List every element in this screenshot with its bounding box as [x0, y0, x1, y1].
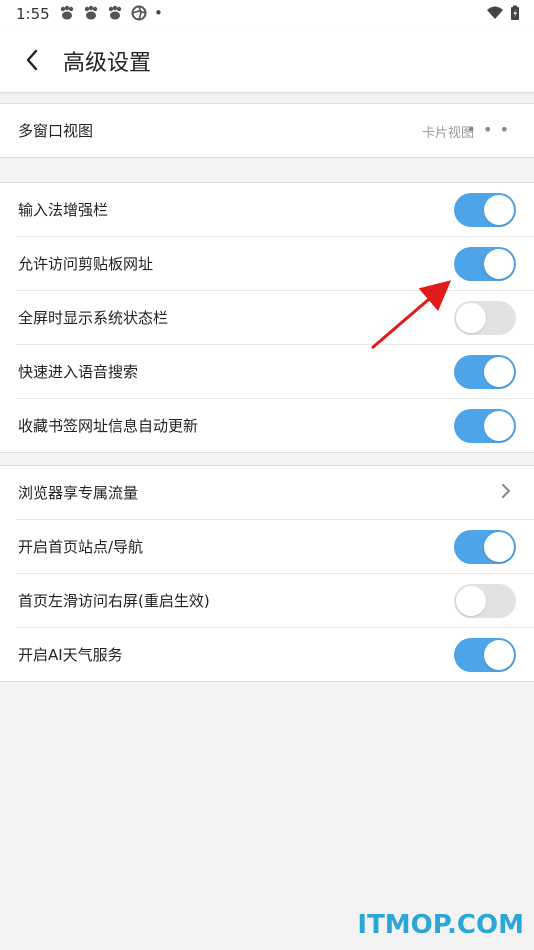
- toggle-switch[interactable]: [454, 355, 516, 389]
- setting-label: 开启AI天气服务: [18, 646, 123, 664]
- setting-label: 收藏书签网址信息自动更新: [18, 417, 199, 435]
- settings-section-home: 浏览器享专属流量 开启首页站点/导航 首页左滑访问右屏(重启生效) 开启AI天气…: [0, 465, 534, 682]
- battery-icon: [511, 5, 519, 20]
- toggle-knob: [484, 532, 514, 562]
- status-dot: •: [154, 4, 163, 22]
- toggle-knob: [484, 249, 514, 279]
- setting-label: 开启首页站点/导航: [18, 538, 144, 556]
- wifi-icon: [487, 6, 503, 19]
- setting-label: 浏览器享专属流量: [18, 484, 139, 502]
- setting-label: 全屏时显示系统状态栏: [18, 309, 169, 327]
- paw-icon: [108, 5, 122, 20]
- annotation-arrow: [371, 280, 452, 350]
- setting-exclusive-traffic[interactable]: 浏览器享专属流量: [16, 466, 534, 520]
- paw-icon: [84, 5, 98, 20]
- setting-multi-window-view[interactable]: 多窗口视图 卡片视图 • • •: [16, 104, 534, 157]
- toggle-knob: [484, 195, 514, 225]
- toggle-switch[interactable]: [454, 247, 516, 281]
- toggle-switch[interactable]: [454, 193, 516, 227]
- setting-label: 快速进入语音搜索: [18, 363, 139, 381]
- aperture-icon: [131, 5, 147, 21]
- toggle-switch[interactable]: [454, 638, 516, 672]
- more-icon[interactable]: • • •: [467, 120, 510, 139]
- toggle-knob: [456, 303, 486, 333]
- toggle-switch[interactable]: [454, 584, 516, 618]
- setting-label: 多窗口视图: [18, 122, 94, 140]
- setting-label: 输入法增强栏: [18, 201, 109, 219]
- toggle-knob: [456, 586, 486, 616]
- setting-label: 允许访问剪贴板网址: [18, 255, 154, 273]
- back-button[interactable]: [18, 44, 46, 76]
- setting-bookmark-auto-update: 收藏书签网址信息自动更新: [16, 399, 534, 452]
- toggle-knob: [484, 411, 514, 441]
- setting-home-sites-nav: 开启首页站点/导航: [16, 520, 534, 574]
- page-title: 高级设置: [63, 51, 152, 76]
- status-system-icons: [486, 5, 520, 21]
- setting-input-enhance-bar: 输入法增强栏: [16, 183, 534, 237]
- setting-label: 首页左滑访问右屏(重启生效): [18, 592, 210, 610]
- toggle-knob: [484, 357, 514, 387]
- toggle-knob: [484, 640, 514, 670]
- setting-ai-weather: 开启AI天气服务: [16, 628, 534, 681]
- toggle-switch[interactable]: [454, 409, 516, 443]
- paw-icon: [60, 5, 74, 20]
- chevron-right-icon: [502, 484, 510, 498]
- status-bar: 1:55 •: [0, 0, 534, 30]
- status-time: 1:55: [16, 5, 50, 23]
- toggle-switch[interactable]: [454, 530, 516, 564]
- status-notification-icons: •: [58, 4, 163, 22]
- setting-home-swipe-right: 首页左滑访问右屏(重启生效): [16, 574, 534, 628]
- settings-section-view: 多窗口视图 卡片视图 • • •: [0, 103, 534, 158]
- chevron-left-icon: [26, 49, 38, 71]
- toggle-switch[interactable]: [454, 301, 516, 335]
- watermark: ITMOP.COM: [357, 910, 524, 940]
- app-bar: 高级设置: [0, 30, 534, 93]
